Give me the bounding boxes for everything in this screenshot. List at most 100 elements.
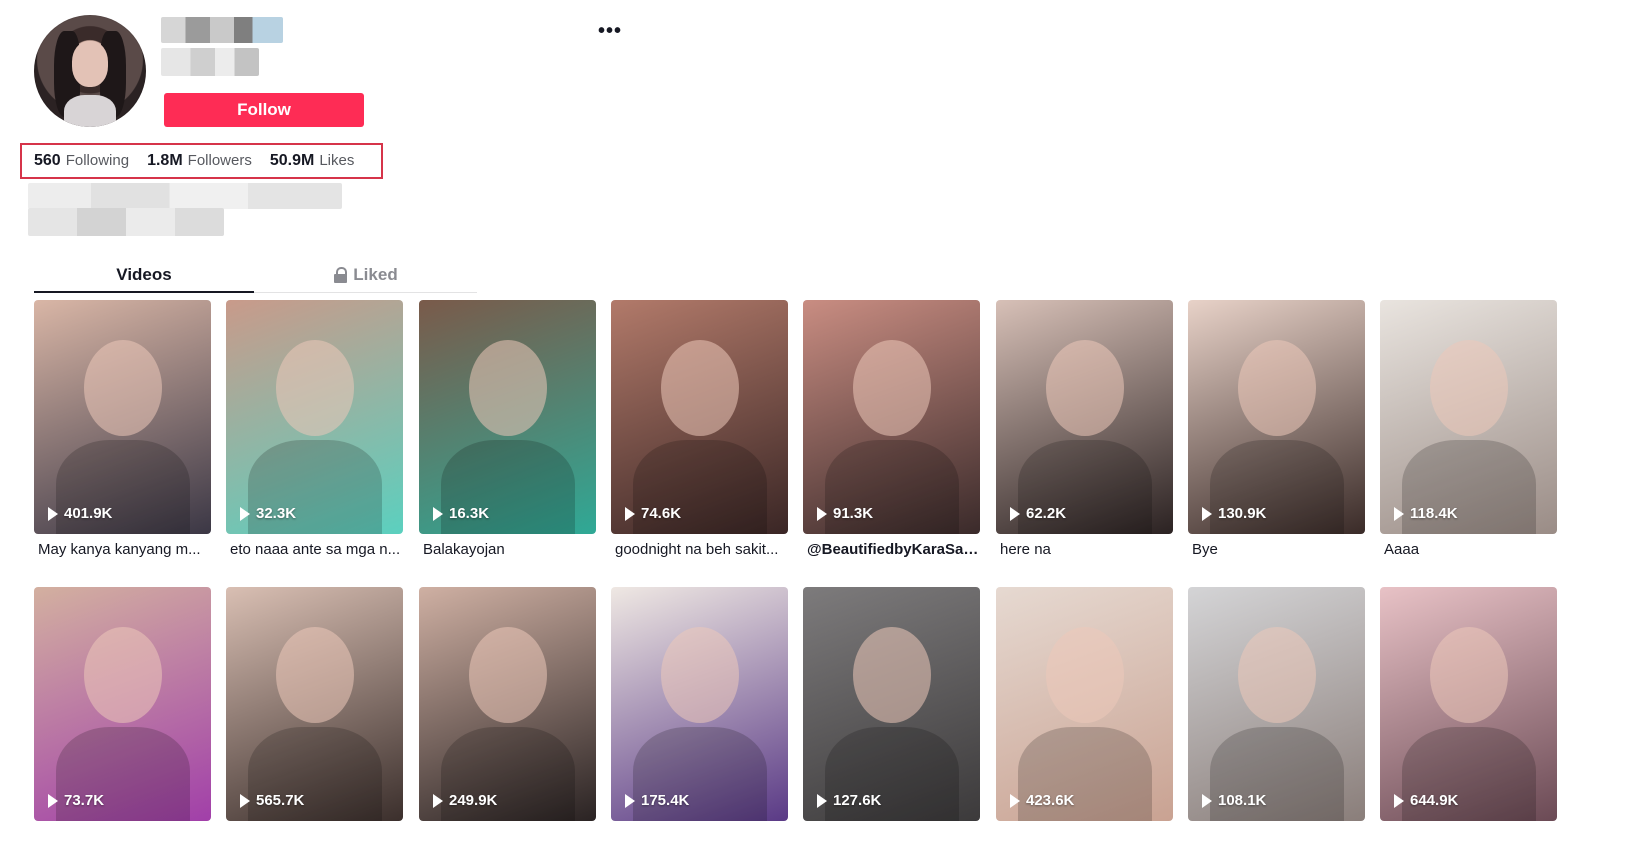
- video-card[interactable]: 423.6K: [996, 587, 1173, 821]
- video-view-count: 32.3K: [240, 505, 296, 522]
- video-thumbnail[interactable]: 118.4K: [1380, 300, 1557, 534]
- username-redacted: [161, 17, 283, 43]
- video-view-count-text: 16.3K: [449, 505, 490, 522]
- nickname-redacted: [161, 48, 259, 76]
- video-card[interactable]: 32.3K eto naaa ante sa mga n...: [226, 300, 403, 558]
- video-thumbnail[interactable]: 73.7K: [34, 587, 211, 821]
- video-view-count: 175.4K: [625, 792, 689, 809]
- video-view-count-text: 175.4K: [641, 792, 690, 809]
- bio-redacted-line-1: [28, 183, 342, 209]
- profile-avatar[interactable]: [34, 15, 146, 127]
- video-card[interactable]: 565.7K: [226, 587, 403, 821]
- video-view-count-text: 91.3K: [833, 505, 874, 522]
- profile-stats: 560 Following 1.8M Followers 50.9M Likes: [20, 143, 383, 179]
- video-caption[interactable]: May kanya kanyang m...: [34, 541, 211, 558]
- play-icon: [1010, 793, 1020, 808]
- video-view-count: 130.9K: [1202, 505, 1266, 522]
- video-card[interactable]: 249.9K: [419, 587, 596, 821]
- play-icon: [817, 793, 827, 808]
- video-thumbnail[interactable]: 565.7K: [226, 587, 403, 821]
- video-card[interactable]: 130.9K Bye: [1188, 300, 1365, 558]
- video-thumbnail[interactable]: 423.6K: [996, 587, 1173, 821]
- play-icon: [1394, 793, 1404, 808]
- video-view-count: 118.4K: [1394, 505, 1458, 522]
- stat-followers[interactable]: 1.8M Followers: [147, 152, 252, 170]
- tab-videos[interactable]: Videos: [34, 258, 254, 293]
- video-view-count: 91.3K: [817, 505, 873, 522]
- video-view-count: 644.9K: [1394, 792, 1458, 809]
- video-view-count-text: 130.9K: [1218, 505, 1267, 522]
- video-thumbnail[interactable]: 401.9K: [34, 300, 211, 534]
- video-card[interactable]: 108.1K: [1188, 587, 1365, 821]
- video-view-count: 62.2K: [1010, 505, 1066, 522]
- profile-tabs: Videos Liked: [34, 258, 477, 293]
- video-view-count: 249.9K: [433, 792, 497, 809]
- follow-button[interactable]: Follow: [164, 93, 364, 127]
- video-thumbnail[interactable]: 127.6K: [803, 587, 980, 821]
- video-thumbnail[interactable]: 249.9K: [419, 587, 596, 821]
- tab-liked[interactable]: Liked: [255, 258, 477, 291]
- video-caption[interactable]: Aaaa: [1380, 541, 1557, 558]
- video-thumbnail[interactable]: 175.4K: [611, 587, 788, 821]
- play-icon: [1010, 506, 1020, 521]
- bio-redacted-line-2: [28, 208, 224, 236]
- video-card[interactable]: 401.9K May kanya kanyang m...: [34, 300, 211, 558]
- stat-likes-label: Likes: [319, 152, 355, 169]
- play-icon: [433, 506, 443, 521]
- video-card[interactable]: 127.6K: [803, 587, 980, 821]
- video-view-count: 74.6K: [625, 505, 681, 522]
- video-thumbnail[interactable]: 32.3K: [226, 300, 403, 534]
- video-card[interactable]: 16.3K Balakayojan: [419, 300, 596, 558]
- video-caption[interactable]: Balakayojan: [419, 541, 596, 558]
- video-view-count: 108.1K: [1202, 792, 1266, 809]
- video-view-count-text: 644.9K: [1410, 792, 1459, 809]
- video-card[interactable]: 73.7K: [34, 587, 211, 821]
- video-caption[interactable]: here na: [996, 541, 1173, 558]
- video-caption[interactable]: Bye: [1188, 541, 1365, 558]
- video-card[interactable]: 74.6K goodnight na beh sakit...: [611, 300, 788, 558]
- video-view-count: 16.3K: [433, 505, 489, 522]
- tab-liked-label: Liked: [353, 264, 398, 284]
- video-view-count-text: 32.3K: [256, 505, 297, 522]
- video-thumbnail[interactable]: 62.2K: [996, 300, 1173, 534]
- play-icon: [817, 506, 827, 521]
- stat-followers-label: Followers: [187, 152, 252, 169]
- stat-following[interactable]: 560 Following: [34, 152, 129, 170]
- video-view-count-text: 249.9K: [449, 792, 498, 809]
- play-icon: [1202, 793, 1212, 808]
- video-caption[interactable]: goodnight na beh sakit...: [611, 541, 788, 558]
- stat-following-value: 560: [34, 152, 61, 169]
- video-card[interactable]: 644.9K: [1380, 587, 1557, 821]
- video-view-count-text: 108.1K: [1218, 792, 1267, 809]
- video-view-count: 401.9K: [48, 505, 112, 522]
- video-view-count: 73.7K: [48, 792, 104, 809]
- video-view-count-text: 401.9K: [64, 505, 113, 522]
- video-thumbnail[interactable]: 130.9K: [1188, 300, 1365, 534]
- stat-followers-value: 1.8M: [147, 152, 183, 169]
- video-view-count: 127.6K: [817, 792, 881, 809]
- play-icon: [240, 506, 250, 521]
- video-card[interactable]: 91.3K @BeautifiedbyKaraSams: [803, 300, 980, 558]
- play-icon: [433, 793, 443, 808]
- video-thumbnail[interactable]: 644.9K: [1380, 587, 1557, 821]
- video-thumbnail[interactable]: 16.3K: [419, 300, 596, 534]
- video-thumbnail[interactable]: 91.3K: [803, 300, 980, 534]
- video-view-count: 423.6K: [1010, 792, 1074, 809]
- video-view-count-text: 74.6K: [641, 505, 682, 522]
- video-card[interactable]: 175.4K: [611, 587, 788, 821]
- lock-icon: [334, 267, 348, 283]
- video-card[interactable]: 62.2K here na: [996, 300, 1173, 558]
- video-view-count-text: 118.4K: [1410, 505, 1458, 522]
- stat-following-label: Following: [65, 152, 130, 169]
- video-thumbnail[interactable]: 108.1K: [1188, 587, 1365, 821]
- video-caption[interactable]: eto naaa ante sa mga n...: [226, 541, 403, 558]
- play-icon: [240, 793, 250, 808]
- video-caption[interactable]: @BeautifiedbyKaraSams: [803, 541, 980, 558]
- more-options-icon[interactable]: •••: [598, 21, 622, 44]
- video-thumbnail[interactable]: 74.6K: [611, 300, 788, 534]
- video-view-count-text: 565.7K: [256, 792, 305, 809]
- video-view-count-text: 73.7K: [64, 792, 105, 809]
- video-view-count: 565.7K: [240, 792, 304, 809]
- video-card[interactable]: 118.4K Aaaa: [1380, 300, 1557, 558]
- play-icon: [1394, 506, 1404, 521]
